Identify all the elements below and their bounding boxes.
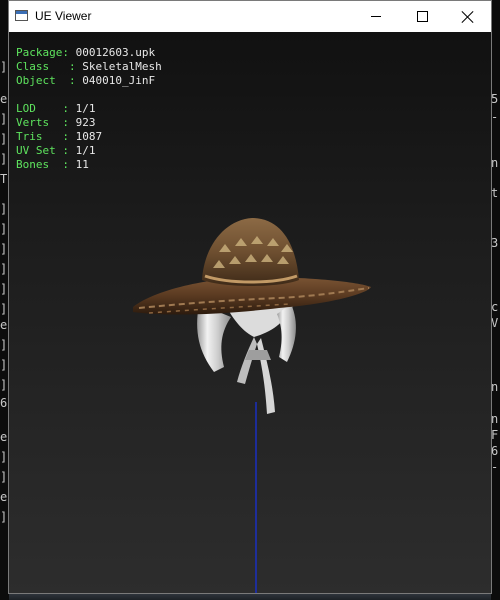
info-value: 923 (75, 116, 96, 129)
console-char: - (491, 110, 499, 124)
maximize-icon (416, 11, 428, 22)
console-char: n (491, 380, 499, 394)
info-row-uvset: UV Set : 1/1 (16, 144, 162, 158)
ribbon-right (257, 338, 275, 414)
info-value: 11 (75, 158, 89, 171)
info-row-class: Class : SkeletalMesh (16, 60, 162, 74)
info-row-object: Object : 040010_JinF (16, 74, 162, 88)
ribbon-left (237, 337, 257, 384)
close-icon (462, 11, 474, 23)
console-char: 5 (491, 92, 499, 106)
info-label: Verts : (16, 116, 76, 129)
console-char: F (491, 428, 499, 442)
window-title: UE Viewer (35, 9, 92, 23)
3d-viewport[interactable]: Package: 00012603.upk Class : SkeletalMe… (9, 32, 491, 593)
info-value: 040010_JinF (82, 74, 156, 87)
info-row-lod: LOD : 1/1 (16, 102, 162, 116)
info-label: Bones : (16, 158, 76, 171)
console-char: n (491, 156, 499, 170)
ribbon-knot (245, 350, 271, 360)
close-button[interactable] (445, 1, 491, 32)
info-value: 00012603.upk (75, 46, 156, 59)
info-value: 1087 (75, 130, 103, 143)
info-label: Package: (16, 46, 76, 59)
maximize-button[interactable] (399, 1, 445, 32)
title-bar[interactable]: UE Viewer (9, 1, 491, 32)
mesh-info-panel: Package: 00012603.upk Class : SkeletalMe… (16, 46, 162, 172)
info-label: Class : (16, 60, 83, 73)
console-char: n (491, 412, 499, 426)
info-row-verts: Verts : 923 (16, 116, 162, 130)
hair-right (277, 304, 296, 362)
info-value: 1/1 (75, 102, 96, 115)
info-value: 1/1 (75, 144, 96, 157)
console-char: - (491, 460, 499, 474)
info-value: SkeletalMesh (82, 60, 162, 73)
console-char: t (491, 186, 499, 200)
console-char: V (491, 316, 499, 330)
hair-left (197, 304, 231, 372)
console-char: c (491, 300, 499, 314)
minimize-icon (371, 16, 381, 17)
info-label: Tris : (16, 130, 76, 143)
console-char: 3 (491, 236, 499, 250)
app-window-icon[interactable] (15, 10, 28, 21)
info-row-package: Package: 00012603.upk (16, 46, 162, 60)
console-char: 6 (491, 444, 499, 458)
minimize-button[interactable] (353, 1, 399, 32)
info-row-tris: Tris : 1087 (16, 130, 162, 144)
ue-viewer-window: UE Viewer Package: 00012603.upk Class: … (8, 0, 492, 594)
info-label: UV Set : (16, 144, 76, 157)
info-row-bones: Bones : 11 (16, 158, 162, 172)
info-label: LOD : (16, 102, 76, 115)
info-label: Object : (16, 74, 83, 87)
background-console-right: 5 - n t 3 c V n n F 6 - (491, 0, 500, 600)
